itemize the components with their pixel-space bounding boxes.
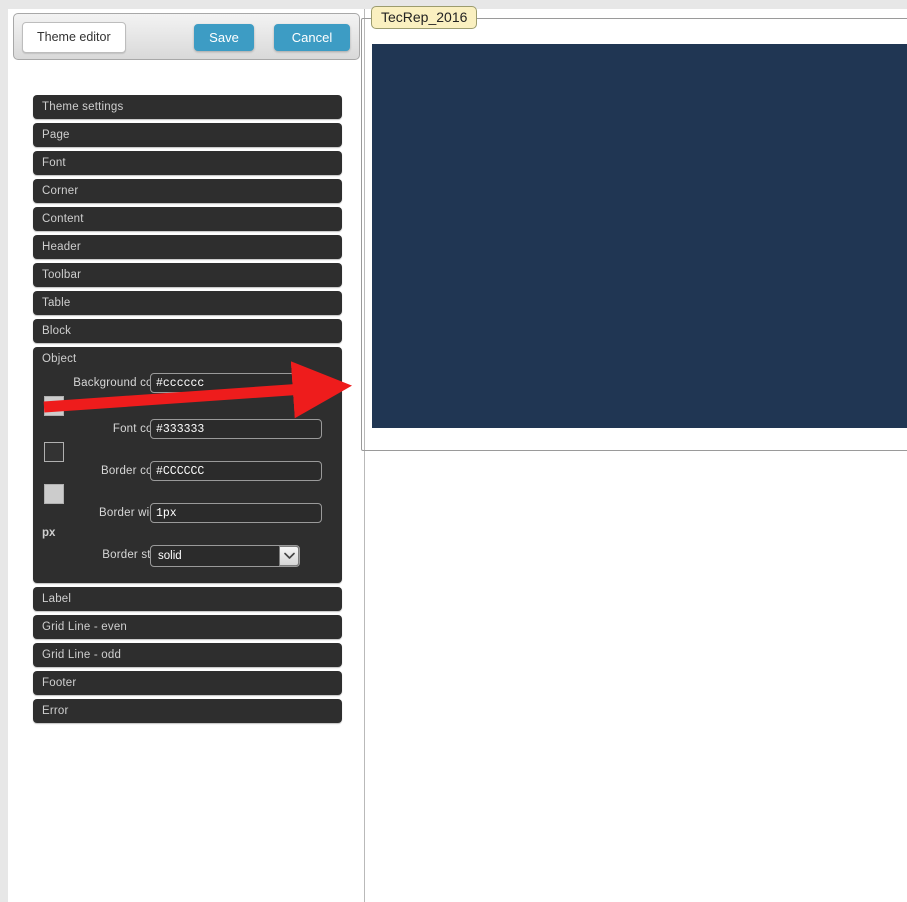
- preview-area: TecRep_2016: [361, 6, 907, 902]
- accordion-item-block[interactable]: Block: [33, 319, 342, 343]
- accordion-item-theme-settings[interactable]: Theme settings: [33, 95, 342, 119]
- accordion-item-corner[interactable]: Corner: [33, 179, 342, 203]
- cancel-button[interactable]: Cancel: [274, 24, 350, 51]
- app-root: Theme editor Save Cancel Theme settings …: [0, 0, 907, 902]
- select-border-style[interactable]: solid: [150, 545, 300, 567]
- field-row-border-width: Border width px: [33, 501, 342, 543]
- accordion-item-object[interactable]: Object: [33, 347, 342, 371]
- editor-toolbar: Theme editor Save Cancel: [13, 13, 360, 60]
- accordion-item-error[interactable]: Error: [33, 699, 342, 723]
- accordion-item-label[interactable]: Label: [33, 587, 342, 611]
- save-button[interactable]: Save: [194, 24, 254, 51]
- input-border-width[interactable]: [150, 503, 322, 523]
- accordion-section-object: Object Background color Font color Borde…: [33, 347, 342, 583]
- label-border-width-unit: px: [42, 527, 56, 539]
- accordion-item-table[interactable]: Table: [33, 291, 342, 315]
- accordion-item-grid-line-odd[interactable]: Grid Line - odd: [33, 643, 342, 667]
- input-border-color[interactable]: [150, 461, 322, 481]
- accordion-item-grid-line-even[interactable]: Grid Line - even: [33, 615, 342, 639]
- window-left-rail: [0, 9, 8, 902]
- field-row-border-color: Border color: [33, 459, 342, 504]
- accordion-item-footer[interactable]: Footer: [33, 671, 342, 695]
- swatch-background-color[interactable]: [44, 396, 64, 416]
- chevron-down-icon[interactable]: [279, 546, 299, 566]
- accordion-item-content[interactable]: Content: [33, 207, 342, 231]
- field-row-font-color: Font color: [33, 417, 342, 462]
- accordion-item-page[interactable]: Page: [33, 123, 342, 147]
- accordion-item-header[interactable]: Header: [33, 235, 342, 259]
- theme-editor-panel: Theme editor Save Cancel Theme settings …: [8, 9, 365, 902]
- preview-legend: TecRep_2016: [371, 6, 478, 29]
- accordion-item-toolbar[interactable]: Toolbar: [33, 263, 342, 287]
- field-row-background-color: Background color: [33, 371, 342, 417]
- select-border-style-value[interactable]: solid: [150, 545, 300, 567]
- input-font-color[interactable]: [150, 419, 322, 439]
- accordion-item-font[interactable]: Font: [33, 151, 342, 175]
- preview-content-panel: [372, 44, 907, 428]
- input-background-color[interactable]: [150, 373, 322, 393]
- theme-accordion: Theme settings Page Font Corner Content …: [33, 95, 342, 727]
- preview-fieldset: TecRep_2016: [361, 6, 907, 451]
- tab-theme-editor[interactable]: Theme editor: [22, 22, 126, 53]
- field-row-border-style: Border style solid: [33, 543, 342, 569]
